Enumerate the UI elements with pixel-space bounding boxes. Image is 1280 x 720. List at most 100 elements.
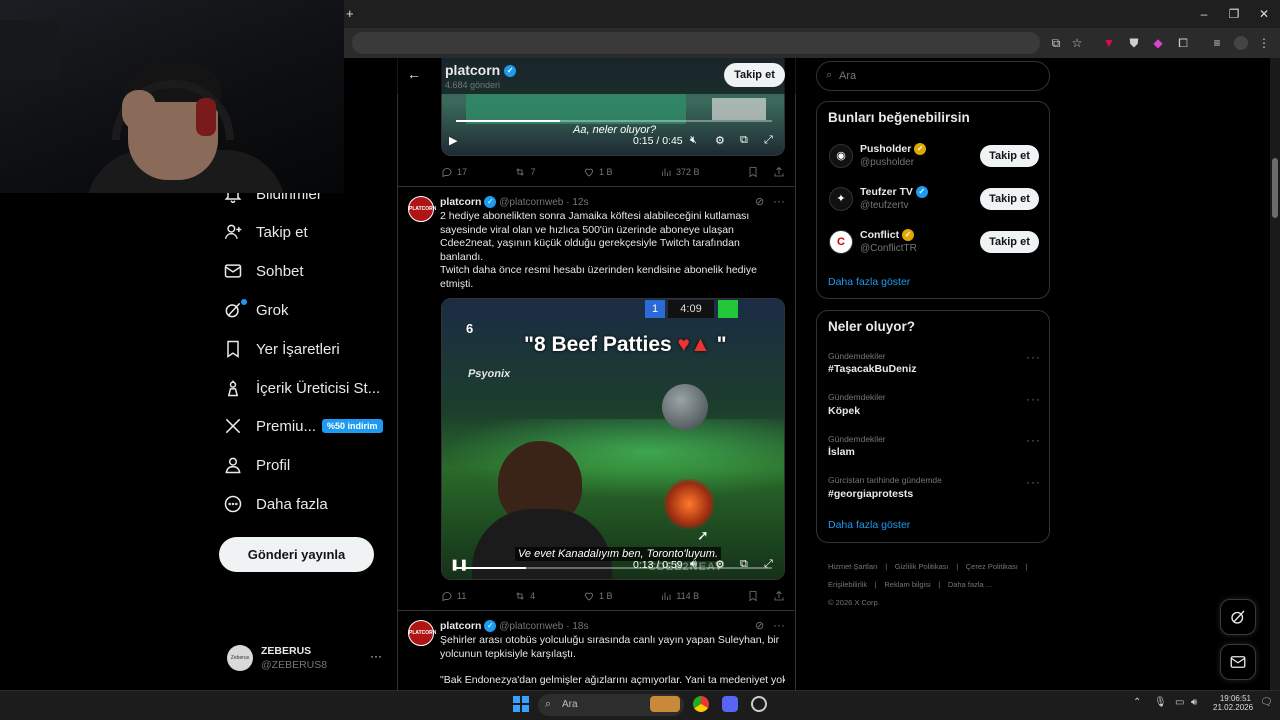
minimize-button[interactable]: – — [1192, 6, 1216, 22]
like-button[interactable]: 1 B — [583, 590, 613, 602]
puzzle-icon[interactable]: ⧠ — [1175, 35, 1191, 51]
author-name[interactable]: platcorn — [440, 196, 481, 208]
profile-avatar[interactable] — [1234, 36, 1248, 50]
notifications-icon[interactable]: 🗨︎ — [1260, 697, 1273, 708]
avatar[interactable]: PLATCORN — [408, 196, 436, 222]
tweet-time[interactable]: · 12s — [566, 197, 588, 208]
footer-link[interactable]: Reklam bilgisi — [884, 580, 930, 589]
back-arrow-icon[interactable]: ← — [407, 66, 421, 82]
pip-icon[interactable]: ⧉ — [740, 558, 748, 571]
nav-more[interactable]: Daha fazla — [222, 485, 328, 523]
nav-follow[interactable]: Takip et — [222, 213, 308, 251]
address-bar[interactable] — [352, 32, 1040, 54]
tweet-time[interactable]: · 18s — [566, 621, 588, 632]
play-icon[interactable]: ▶ — [449, 134, 457, 147]
chrome-icon[interactable] — [693, 696, 709, 712]
clock[interactable]: 19:06:51 21.02.2026 — [1213, 694, 1253, 712]
post-button[interactable]: Gönderi yayınla — [219, 537, 374, 572]
follow-button[interactable]: Takip et — [980, 231, 1039, 253]
mute-icon[interactable]: 🔇︎ — [690, 134, 697, 147]
nav-premium[interactable]: Premiu... — [222, 407, 316, 445]
author-handle[interactable]: @platcornweb — [499, 621, 563, 632]
trend-more-icon[interactable]: ··· — [1026, 475, 1041, 489]
nav-chat[interactable]: Sohbet — [222, 252, 304, 290]
views-button[interactable]: 372 B — [660, 166, 699, 178]
author-name[interactable]: platcorn — [440, 620, 481, 632]
show-more-link[interactable]: Daha fazla göster — [828, 276, 910, 288]
grok-floating-button[interactable] — [1220, 599, 1256, 635]
cast-icon[interactable]: ⧉ — [1048, 35, 1064, 51]
start-button[interactable] — [513, 696, 529, 712]
fullscreen-icon[interactable]: ⤢ — [764, 558, 773, 571]
new-tab-button[interactable]: + — [346, 6, 354, 21]
grok-explain-icon[interactable]: ⊘ — [755, 195, 764, 208]
more-options-icon[interactable]: ··· — [773, 194, 785, 208]
verified-icon: ✓ — [484, 196, 497, 209]
footer-link[interactable]: Hizmet Şartları — [828, 562, 878, 571]
trend-more-icon[interactable]: ··· — [1026, 433, 1041, 447]
author-handle[interactable]: @platcornweb — [499, 197, 563, 208]
extension-icon[interactable]: ▼ — [1101, 35, 1117, 51]
tray-overflow-icon[interactable]: ⌃ — [1133, 697, 1141, 708]
footer-link[interactable]: Erişilebilirlik — [828, 580, 867, 589]
reply-button[interactable]: 11 — [441, 590, 466, 602]
media-control-icon[interactable]: ≡ — [1209, 35, 1225, 51]
maximize-button[interactable]: ❐ — [1222, 6, 1246, 22]
bookmark-star-icon[interactable]: ☆ — [1069, 35, 1085, 51]
extension-icon[interactable]: ◆ — [1150, 35, 1166, 51]
scrollbar-track[interactable] — [1270, 58, 1280, 690]
nav-label: Premiu... — [256, 417, 317, 435]
follow-button[interactable]: Takip et — [980, 145, 1039, 167]
pip-icon[interactable]: ⧉ — [740, 134, 748, 147]
app-icon[interactable] — [751, 696, 767, 712]
more-options-icon[interactable]: ··· — [773, 618, 785, 632]
fullscreen-icon[interactable]: ⤢ — [764, 134, 773, 147]
trends-panel — [816, 310, 1050, 543]
share-icon[interactable] — [773, 166, 785, 178]
post-count: 4.684 gönderi — [445, 80, 501, 90]
nav-profile[interactable]: Profil — [222, 446, 290, 484]
like-button[interactable]: 1 B — [583, 166, 612, 178]
footer-link[interactable]: Çerez Politikası — [966, 562, 1018, 571]
search-input[interactable]: Ara — [816, 61, 1050, 91]
trend-more-icon[interactable]: ··· — [1026, 392, 1041, 406]
repost-button[interactable]: 4 — [514, 590, 535, 602]
settings-icon[interactable]: ⚙ — [715, 558, 725, 571]
pause-icon[interactable]: ❚❚ — [450, 558, 468, 571]
nav-grok[interactable]: Grok — [222, 291, 289, 329]
bookmark-icon[interactable] — [747, 166, 759, 178]
heart-icon — [585, 168, 593, 177]
footer-link[interactable]: Gizlilik Politikası — [895, 562, 949, 571]
network-icon[interactable]: ▭ — [1175, 697, 1184, 708]
volume-icon[interactable]: 🔊︎ — [690, 558, 697, 571]
repost-button[interactable]: 7 — [514, 166, 536, 178]
nav-label: Takip et — [256, 223, 308, 241]
close-window-button[interactable]: ✕ — [1252, 6, 1276, 22]
grok-explain-icon[interactable]: ⊘ — [755, 619, 764, 632]
messages-floating-button[interactable] — [1220, 644, 1256, 680]
scrollbar-thumb[interactable] — [1272, 158, 1278, 218]
volume-icon[interactable]: 🔊︎ — [1191, 697, 1197, 708]
shield-extension-icon[interactable]: ⛊ — [1126, 35, 1142, 51]
discord-icon[interactable] — [722, 696, 738, 712]
settings-icon[interactable]: ⚙ — [715, 134, 725, 147]
reply-button[interactable]: 17 — [441, 166, 467, 178]
nav-creator-studio[interactable]: İçerik Üreticisi St... — [222, 369, 380, 407]
nav-bookmarks[interactable]: Yer İşaretleri — [222, 330, 340, 368]
footer-link[interactable]: Daha fazla ... — [948, 580, 992, 589]
verified-icon: ✓ — [484, 620, 497, 633]
follow-button[interactable]: Takip et — [980, 188, 1039, 210]
account-more-icon[interactable]: ··· — [370, 649, 382, 663]
share-icon[interactable] — [773, 590, 785, 602]
avatar[interactable]: PLATCORN — [408, 620, 436, 646]
panel-title: Neler oluyor? — [828, 319, 916, 334]
trend-more-icon[interactable]: ··· — [1026, 350, 1041, 364]
bookmark-icon[interactable] — [747, 590, 759, 602]
mail-icon — [222, 260, 244, 282]
show-more-link[interactable]: Daha fazla göster — [828, 519, 910, 531]
tweet-text: Şehirler arası otobüs yolculuğu sırasınd… — [440, 634, 780, 660]
kebab-menu-icon[interactable]: ⋮ — [1256, 35, 1272, 51]
follow-button[interactable]: Takip et — [724, 63, 785, 87]
views-button[interactable]: 114 B — [660, 590, 699, 602]
microphone-icon[interactable]: 🎙︎ — [1154, 697, 1167, 708]
